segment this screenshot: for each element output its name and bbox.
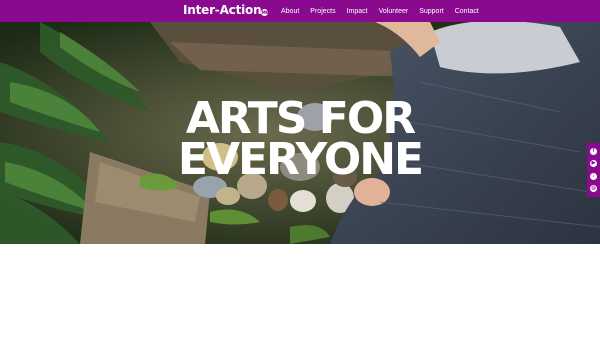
- nav-impact[interactable]: Impact: [347, 8, 368, 15]
- top-navbar: Inter-Action MK About Projects Impact Vol…: [0, 0, 600, 22]
- tiktok-icon[interactable]: ♪: [590, 172, 597, 180]
- main-nav: About Projects Impact Volunteer Support …: [281, 0, 490, 22]
- hero-banner: ARTS FOR EVERYONE: [0, 22, 600, 244]
- nav-contact[interactable]: Contact: [455, 8, 479, 15]
- logo-badge: MK: [261, 9, 269, 16]
- nav-about[interactable]: About: [281, 8, 299, 15]
- social-bar: f ▶ ♪ ◎: [587, 143, 600, 197]
- nav-support[interactable]: Support: [419, 8, 444, 15]
- youtube-icon[interactable]: ▶: [590, 160, 597, 168]
- nav-volunteer[interactable]: Volunteer: [379, 8, 409, 15]
- instagram-icon[interactable]: ◎: [590, 185, 597, 193]
- logo-text: Inter-Action: [183, 3, 262, 17]
- site-logo[interactable]: Inter-Action MK: [183, 3, 268, 17]
- hero-title-line2: EVERYONE: [177, 134, 424, 185]
- page-content: [0, 244, 600, 338]
- nav-projects[interactable]: Projects: [310, 8, 335, 15]
- facebook-icon[interactable]: f: [590, 147, 597, 155]
